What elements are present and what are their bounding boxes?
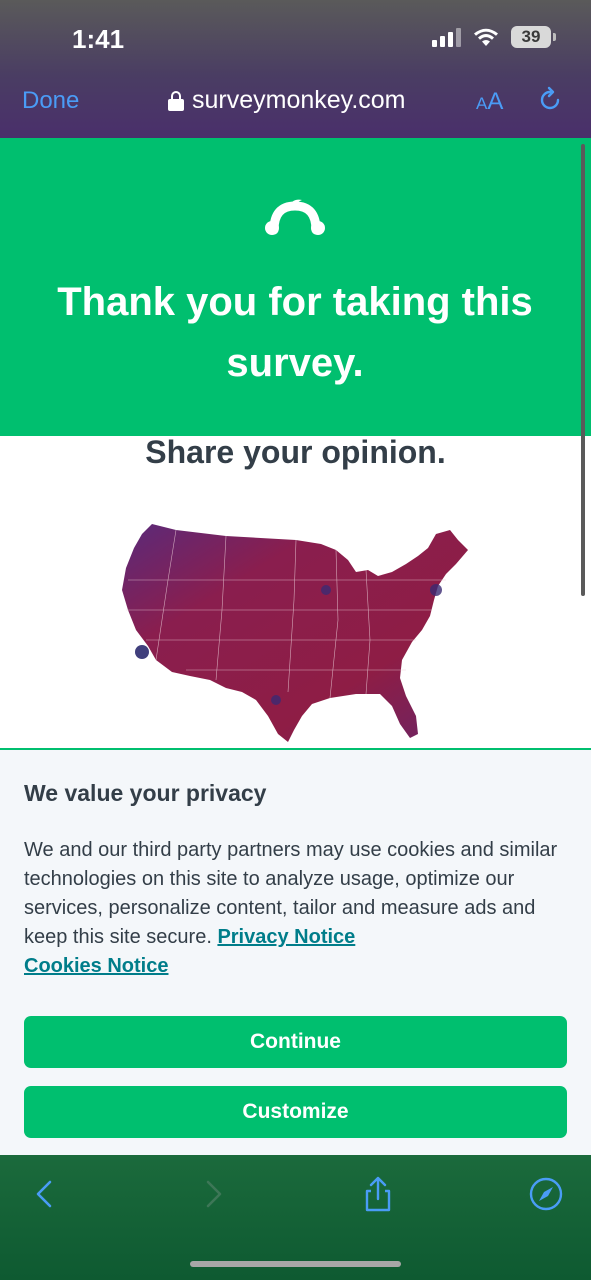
cellular-signal-icon: [432, 27, 461, 47]
address-bar[interactable]: surveymonkey.com: [168, 86, 406, 115]
continue-button[interactable]: Continue: [24, 1016, 567, 1068]
scrollbar[interactable]: [581, 144, 585, 596]
status-icons: 39: [432, 26, 556, 48]
forward-icon[interactable]: [196, 1176, 232, 1212]
battery-icon: 39: [511, 26, 556, 48]
privacy-title: We value your privacy: [24, 780, 267, 806]
done-button[interactable]: Done: [22, 87, 79, 115]
lock-icon: [168, 90, 184, 111]
aa-small-letter: A: [476, 94, 488, 113]
text-size-button[interactable]: AA: [476, 88, 503, 116]
back-icon[interactable]: [26, 1176, 62, 1212]
share-title: Share your opinion.: [145, 434, 446, 470]
url-text: surveymonkey.com: [192, 86, 406, 114]
aa-big-letter: A: [487, 88, 504, 115]
privacy-notice-link[interactable]: Privacy Notice: [217, 926, 355, 948]
status-time: 1:41: [72, 24, 125, 54]
cookies-notice-link[interactable]: Cookies Notice: [24, 955, 168, 977]
compass-icon[interactable]: [528, 1176, 564, 1212]
browser-chrome: [0, 0, 591, 138]
privacy-text: We and our third party partners may use …: [24, 836, 572, 981]
reload-icon[interactable]: [536, 86, 564, 114]
us-map-image: [122, 524, 468, 742]
home-indicator: [190, 1261, 401, 1267]
wifi-icon: [474, 28, 498, 46]
customize-button[interactable]: Customize: [24, 1086, 567, 1138]
surveymonkey-logo-icon: [265, 199, 325, 235]
share-icon[interactable]: [360, 1176, 396, 1212]
page-title: Thank you for taking this survey.: [57, 280, 533, 385]
